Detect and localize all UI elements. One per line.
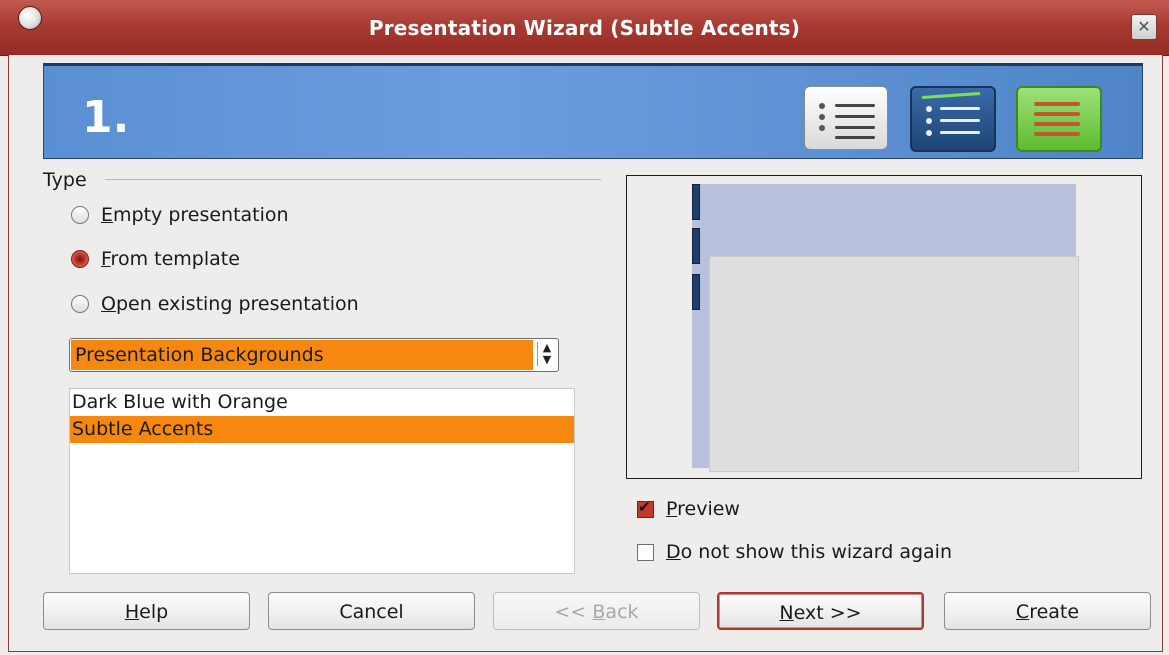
list-icon (804, 86, 888, 150)
preview-checkbox-label: Preview (666, 498, 740, 520)
category-select-value[interactable]: Presentation Backgrounds (71, 340, 533, 370)
list-item-selected[interactable]: Subtle Accents (70, 416, 574, 443)
group-divider (105, 179, 601, 180)
radio-label-open: Open existing presentation (101, 293, 359, 315)
updown-arrow-icon[interactable]: ▲ ▼ (537, 342, 556, 366)
type-group-label: Type (43, 169, 87, 191)
preview-checkbox-row[interactable]: Preview (637, 495, 740, 523)
notes-icon (1016, 86, 1102, 152)
preview-checkbox[interactable] (637, 498, 654, 518)
help-button[interactable]: Help (43, 592, 250, 630)
list-item[interactable]: Dark Blue with Orange (70, 389, 574, 416)
accent-bar (692, 274, 700, 310)
cancel-button[interactable]: Cancel (268, 592, 475, 630)
template-list[interactable]: Dark Blue with Orange Subtle Accents (69, 388, 575, 574)
slide-content-area (709, 256, 1079, 472)
dont-show-checkbox-label: Do not show this wizard again (666, 541, 952, 563)
dont-show-checkbox[interactable] (637, 543, 654, 561)
radio-from-template[interactable]: From template (71, 245, 240, 273)
wizard-dialog: 1. Type Empty presentation From template (8, 55, 1163, 652)
title-bar: Presentation Wizard (Subtle Accents) ✕ (0, 0, 1169, 56)
radio-button[interactable] (71, 206, 89, 224)
radio-label-template: From template (101, 248, 240, 270)
next-button[interactable]: Next >> (717, 592, 924, 630)
outline-icon (910, 86, 996, 152)
radio-label-empty: Empty presentation (101, 204, 289, 226)
back-button[interactable]: << Back (493, 592, 700, 630)
preview-pane (626, 175, 1142, 479)
wizard-banner: 1. (43, 63, 1143, 159)
dont-show-checkbox-row[interactable]: Do not show this wizard again (637, 538, 952, 566)
radio-button-checked[interactable] (71, 250, 89, 268)
accent-bar (692, 184, 700, 220)
close-icon[interactable]: ✕ (1131, 14, 1157, 40)
step-number: 1. (82, 92, 130, 143)
category-select[interactable]: Presentation Backgrounds ▲ ▼ (69, 338, 559, 372)
accent-bar (692, 228, 700, 264)
radio-button[interactable] (71, 295, 89, 313)
radio-open-existing[interactable]: Open existing presentation (71, 290, 359, 318)
window-title: Presentation Wizard (Subtle Accents) (368, 16, 801, 40)
create-button[interactable]: Create (944, 592, 1151, 630)
radio-empty-presentation[interactable]: Empty presentation (71, 201, 289, 229)
